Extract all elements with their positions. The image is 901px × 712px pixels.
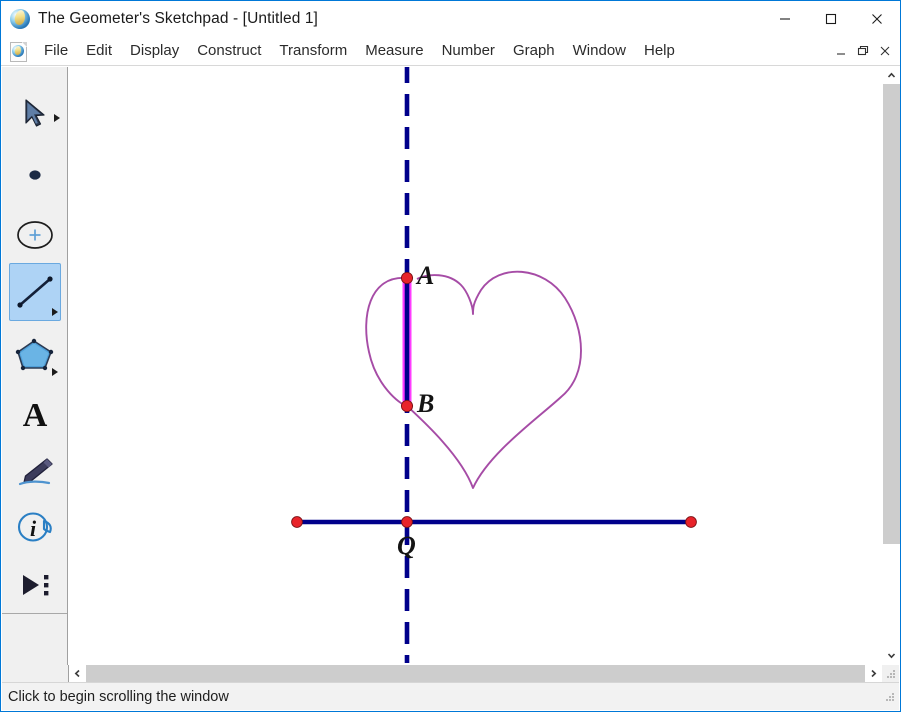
- sketch-canvas[interactable]: A B Q: [69, 67, 899, 665]
- chevron-down-icon: [887, 651, 896, 660]
- marker-tool[interactable]: [9, 445, 61, 497]
- vertical-scroll-track[interactable]: [883, 84, 900, 647]
- vertical-scrollbar[interactable]: [882, 67, 899, 664]
- window-controls: [762, 1, 900, 36]
- maximize-button[interactable]: [808, 1, 854, 36]
- chevron-right-icon: [869, 669, 878, 678]
- status-message: Click to begin scrolling the window: [2, 689, 229, 705]
- label-point-q[interactable]: Q: [397, 531, 416, 560]
- status-bar: Click to begin scrolling the window: [2, 682, 899, 710]
- menu-graph[interactable]: Graph: [504, 39, 564, 62]
- sketch-drawing[interactable]: A B Q: [69, 67, 899, 665]
- menu-display[interactable]: Display: [121, 39, 188, 62]
- menu-transform[interactable]: Transform: [270, 39, 356, 62]
- mdi-minimize-icon[interactable]: [830, 40, 852, 62]
- compass-tool[interactable]: [9, 209, 61, 261]
- menu-bar: File Edit Display Construct Transform Me…: [1, 36, 900, 66]
- menu-edit[interactable]: Edit: [77, 39, 121, 62]
- polygon-tool[interactable]: [9, 329, 61, 381]
- flyout-arrow-icon: [52, 368, 58, 376]
- menu-construct[interactable]: Construct: [188, 39, 270, 62]
- point-a[interactable]: [401, 272, 412, 283]
- polygon-icon: [13, 335, 57, 375]
- label-point-b[interactable]: B: [416, 389, 434, 418]
- line-segment-icon: [13, 272, 57, 312]
- chevron-up-icon: [887, 71, 896, 80]
- application-window: The Geometer's Sketchpad - [Untitled 1] …: [0, 0, 901, 712]
- horizontal-scroll-track[interactable]: [86, 665, 865, 682]
- resize-grip-icon: [885, 668, 897, 680]
- menu-number[interactable]: Number: [433, 39, 504, 62]
- information-tool[interactable]: i: [9, 502, 61, 554]
- scrollbar-corner-right: [882, 665, 899, 682]
- point-left-endpoint[interactable]: [292, 517, 303, 528]
- menu-help[interactable]: Help: [635, 39, 684, 62]
- document-icon[interactable]: [9, 42, 27, 60]
- custom-tools[interactable]: [9, 559, 61, 611]
- menu-file[interactable]: File: [35, 39, 77, 62]
- mdi-close-icon[interactable]: [874, 40, 896, 62]
- window-title: The Geometer's Sketchpad - [Untitled 1]: [38, 10, 318, 28]
- info-balloon-icon: i: [14, 509, 56, 547]
- sketchpad-droplet-icon: [10, 9, 30, 29]
- scrollbar-corner-left: [2, 665, 69, 682]
- title-bar: The Geometer's Sketchpad - [Untitled 1]: [1, 1, 900, 36]
- mdi-window-controls: [830, 40, 900, 62]
- scroll-left-button[interactable]: [69, 665, 86, 682]
- play-triangle-icon: [14, 569, 56, 601]
- point-b[interactable]: [401, 400, 412, 411]
- scroll-up-button[interactable]: [883, 67, 900, 84]
- scroll-right-button[interactable]: [865, 665, 882, 682]
- marker-pen-icon: [14, 454, 56, 488]
- heart-curve[interactable]: [366, 272, 581, 488]
- flyout-arrow-icon: [52, 308, 58, 316]
- arrow-select-tool[interactable]: [9, 87, 61, 139]
- horizontal-scroll-thumb[interactable]: [86, 665, 865, 682]
- chevron-left-icon: [73, 669, 82, 678]
- window-resize-grip-icon[interactable]: [884, 691, 896, 703]
- text-A-icon: A: [18, 394, 52, 432]
- point-q[interactable]: [402, 517, 413, 528]
- menu-measure[interactable]: Measure: [356, 39, 432, 62]
- straightedge-tool[interactable]: [9, 263, 61, 321]
- point-dot-icon: [18, 158, 52, 192]
- horizontal-scrollbar[interactable]: [69, 665, 882, 682]
- text-tool[interactable]: A: [9, 387, 61, 439]
- svg-text:i: i: [30, 516, 37, 541]
- mdi-restore-icon[interactable]: [852, 40, 874, 62]
- circle-compass-icon: [14, 216, 56, 254]
- close-button[interactable]: [854, 1, 900, 36]
- minimize-button[interactable]: [762, 1, 808, 36]
- label-point-a[interactable]: A: [415, 261, 434, 290]
- flyout-arrow-icon: [54, 114, 60, 122]
- vertical-scroll-thumb[interactable]: [883, 84, 900, 544]
- point-tool[interactable]: [9, 149, 61, 201]
- menu-window[interactable]: Window: [564, 39, 635, 62]
- point-right-endpoint[interactable]: [686, 517, 697, 528]
- arrow-cursor-icon: [18, 96, 52, 130]
- toolbox-panel: A i: [2, 67, 68, 679]
- svg-text:A: A: [23, 397, 48, 432]
- tool-list: A i: [2, 67, 67, 614]
- scroll-down-button[interactable]: [883, 647, 900, 664]
